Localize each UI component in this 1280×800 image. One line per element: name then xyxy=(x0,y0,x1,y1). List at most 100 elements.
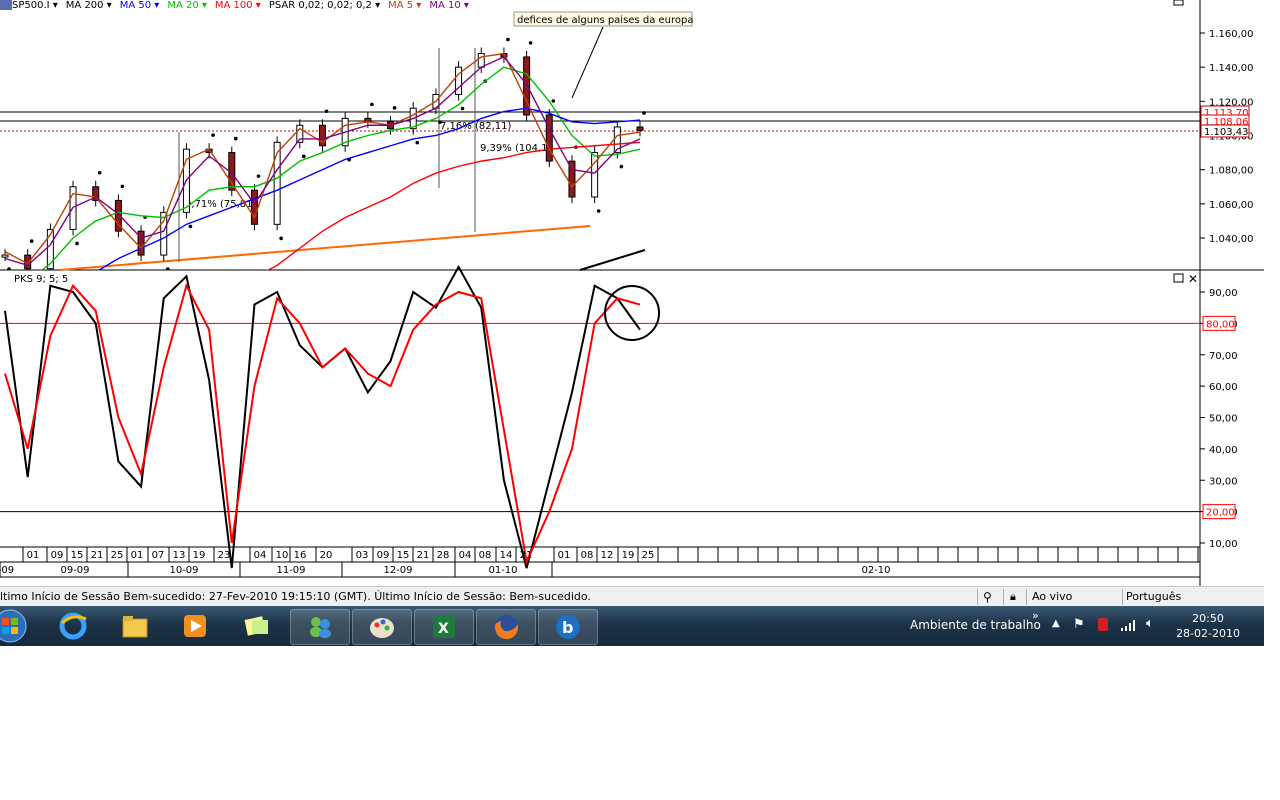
candle-body[interactable] xyxy=(160,211,168,256)
clock-time: 20:50 xyxy=(1192,612,1224,625)
psar-dot xyxy=(324,109,329,114)
psar-dot xyxy=(438,120,442,124)
taskbar-paint[interactable] xyxy=(352,609,412,645)
status-divider xyxy=(1122,589,1123,605)
day-label: 15 xyxy=(71,550,84,561)
status-divider xyxy=(1003,589,1004,605)
taskbar-excel[interactable]: X xyxy=(414,609,474,645)
taskbar-media[interactable] xyxy=(166,609,224,643)
day-label: 03 xyxy=(356,550,369,561)
trendline-black[interactable] xyxy=(579,249,646,271)
highlight-circle[interactable] xyxy=(604,285,660,341)
taskbar-notes[interactable] xyxy=(228,609,286,643)
volume-icon[interactable]: 🔈︎ xyxy=(1146,616,1154,631)
taskbar-clock[interactable]: 20:50 28-02-2010 xyxy=(1176,611,1240,641)
day-label: 28 xyxy=(437,550,450,561)
price-maximize-icon[interactable] xyxy=(1173,0,1184,6)
psar-dot xyxy=(211,133,215,137)
sticky-notes-icon xyxy=(244,616,268,636)
svg-text:X: X xyxy=(438,621,449,637)
psar-dot xyxy=(460,106,465,111)
month-label: 02-10 xyxy=(861,565,890,576)
ma-line-ma-100[interactable] xyxy=(5,141,641,374)
osc-level-label: 80,00 xyxy=(1206,319,1235,330)
taskbar-trading-app[interactable]: b xyxy=(538,609,598,645)
toolbar-chevron-icon[interactable]: » xyxy=(1032,609,1039,622)
psar-dot xyxy=(642,111,646,115)
excel-icon: X xyxy=(433,616,455,638)
osc-tick-label: 30,00 xyxy=(1209,476,1238,487)
ma-line-ma-20[interactable] xyxy=(5,66,641,289)
chart-svg: ✕ PKS 9; 5; 5 defices de alguns paises d… xyxy=(0,0,1264,586)
price-tick-label: 1.140,00 xyxy=(1209,63,1254,74)
psar-dot xyxy=(551,99,556,103)
day-label: 08 xyxy=(581,550,594,561)
osc-tick-label: 70,00 xyxy=(1209,351,1238,362)
month-label: 12-09 xyxy=(383,565,412,576)
day-label: 19 xyxy=(193,550,206,561)
pin-icon[interactable]: ⚲ xyxy=(983,590,992,604)
day-label: 04 xyxy=(254,550,267,561)
annotation-pointer xyxy=(571,26,604,99)
svg-text:b: b xyxy=(562,618,573,637)
price-tick-label: 1.040,00 xyxy=(1209,234,1254,245)
firefox-icon xyxy=(494,615,519,640)
folder-icon xyxy=(122,616,148,638)
paint-icon xyxy=(370,618,394,638)
messenger-icon xyxy=(310,617,331,638)
psar-dot xyxy=(596,209,601,213)
day-label: 20 xyxy=(320,550,333,561)
osc-tick-label: 90,00 xyxy=(1209,288,1238,299)
candle-body[interactable] xyxy=(137,230,145,256)
language-label[interactable]: Português xyxy=(1126,590,1181,603)
psar-dot xyxy=(619,164,624,169)
osc-maximize-icon[interactable] xyxy=(1173,273,1184,283)
osc-title: PKS 9; 5; 5 xyxy=(14,274,68,285)
day-label: 21 xyxy=(417,550,430,561)
psar-dot xyxy=(279,236,283,241)
day-label: 25 xyxy=(642,550,655,561)
action-center-flag-icon[interactable]: ⚑ xyxy=(1073,617,1085,632)
day-label: 01 xyxy=(558,550,571,561)
month-label: 11-09 xyxy=(276,565,305,576)
taskbar-ie[interactable] xyxy=(44,609,102,643)
candle-body[interactable] xyxy=(250,189,258,225)
security-tray-icon[interactable] xyxy=(1098,618,1108,631)
day-label: 23 xyxy=(218,550,231,561)
osc-line-d[interactable] xyxy=(4,283,641,566)
day-label: 14 xyxy=(500,550,513,561)
desktop-toolbar-label[interactable]: Ambiente de trabalho xyxy=(910,618,1041,632)
candle-body[interactable] xyxy=(545,114,553,162)
psar-dot xyxy=(233,136,238,141)
start-button[interactable] xyxy=(0,609,30,643)
day-label: 09 xyxy=(377,550,390,561)
ma-line-ma-10[interactable] xyxy=(4,56,641,267)
network-signal-icon[interactable] xyxy=(1120,620,1136,632)
candle-body[interactable] xyxy=(636,126,644,131)
lock-icon[interactable]: 🔒︎ xyxy=(1010,590,1016,604)
taskbar-explorer[interactable] xyxy=(106,609,164,643)
show-hidden-icons[interactable]: ▲ xyxy=(1052,618,1060,629)
day-label: 08 xyxy=(479,550,492,561)
oscillator-pane: 90,00 80,00 70,00 60,00 50,00 40,00 30,00 20,00… xyxy=(0,264,1238,569)
psar-dot xyxy=(188,224,193,229)
taskbar-firefox[interactable] xyxy=(476,609,536,645)
osc-tick-label: 50,00 xyxy=(1209,414,1238,425)
taskbar-messenger[interactable] xyxy=(290,609,350,645)
psar-dot xyxy=(370,102,374,107)
osc-level-label: 20,00 xyxy=(1206,508,1235,519)
candle-body[interactable] xyxy=(1,254,9,258)
session-message: ltimo Início de Sessão Bem-sucedido: 27-… xyxy=(0,590,591,603)
status-divider xyxy=(1026,589,1027,605)
candle-body[interactable] xyxy=(477,53,485,68)
psar-dot xyxy=(506,37,510,42)
psar-dot xyxy=(415,140,420,145)
price-tick-label: 1.160,00 xyxy=(1209,29,1254,40)
psar-dot xyxy=(120,184,125,189)
day-label: 09 xyxy=(51,550,64,561)
osc-close-icon[interactable]: ✕ xyxy=(1188,272,1198,286)
osc-tick-label: 10,00 xyxy=(1209,539,1238,550)
psar-dot xyxy=(97,170,102,175)
price-label: 1.103,43 xyxy=(1204,127,1249,138)
ma-line-ma-5[interactable] xyxy=(4,52,641,265)
